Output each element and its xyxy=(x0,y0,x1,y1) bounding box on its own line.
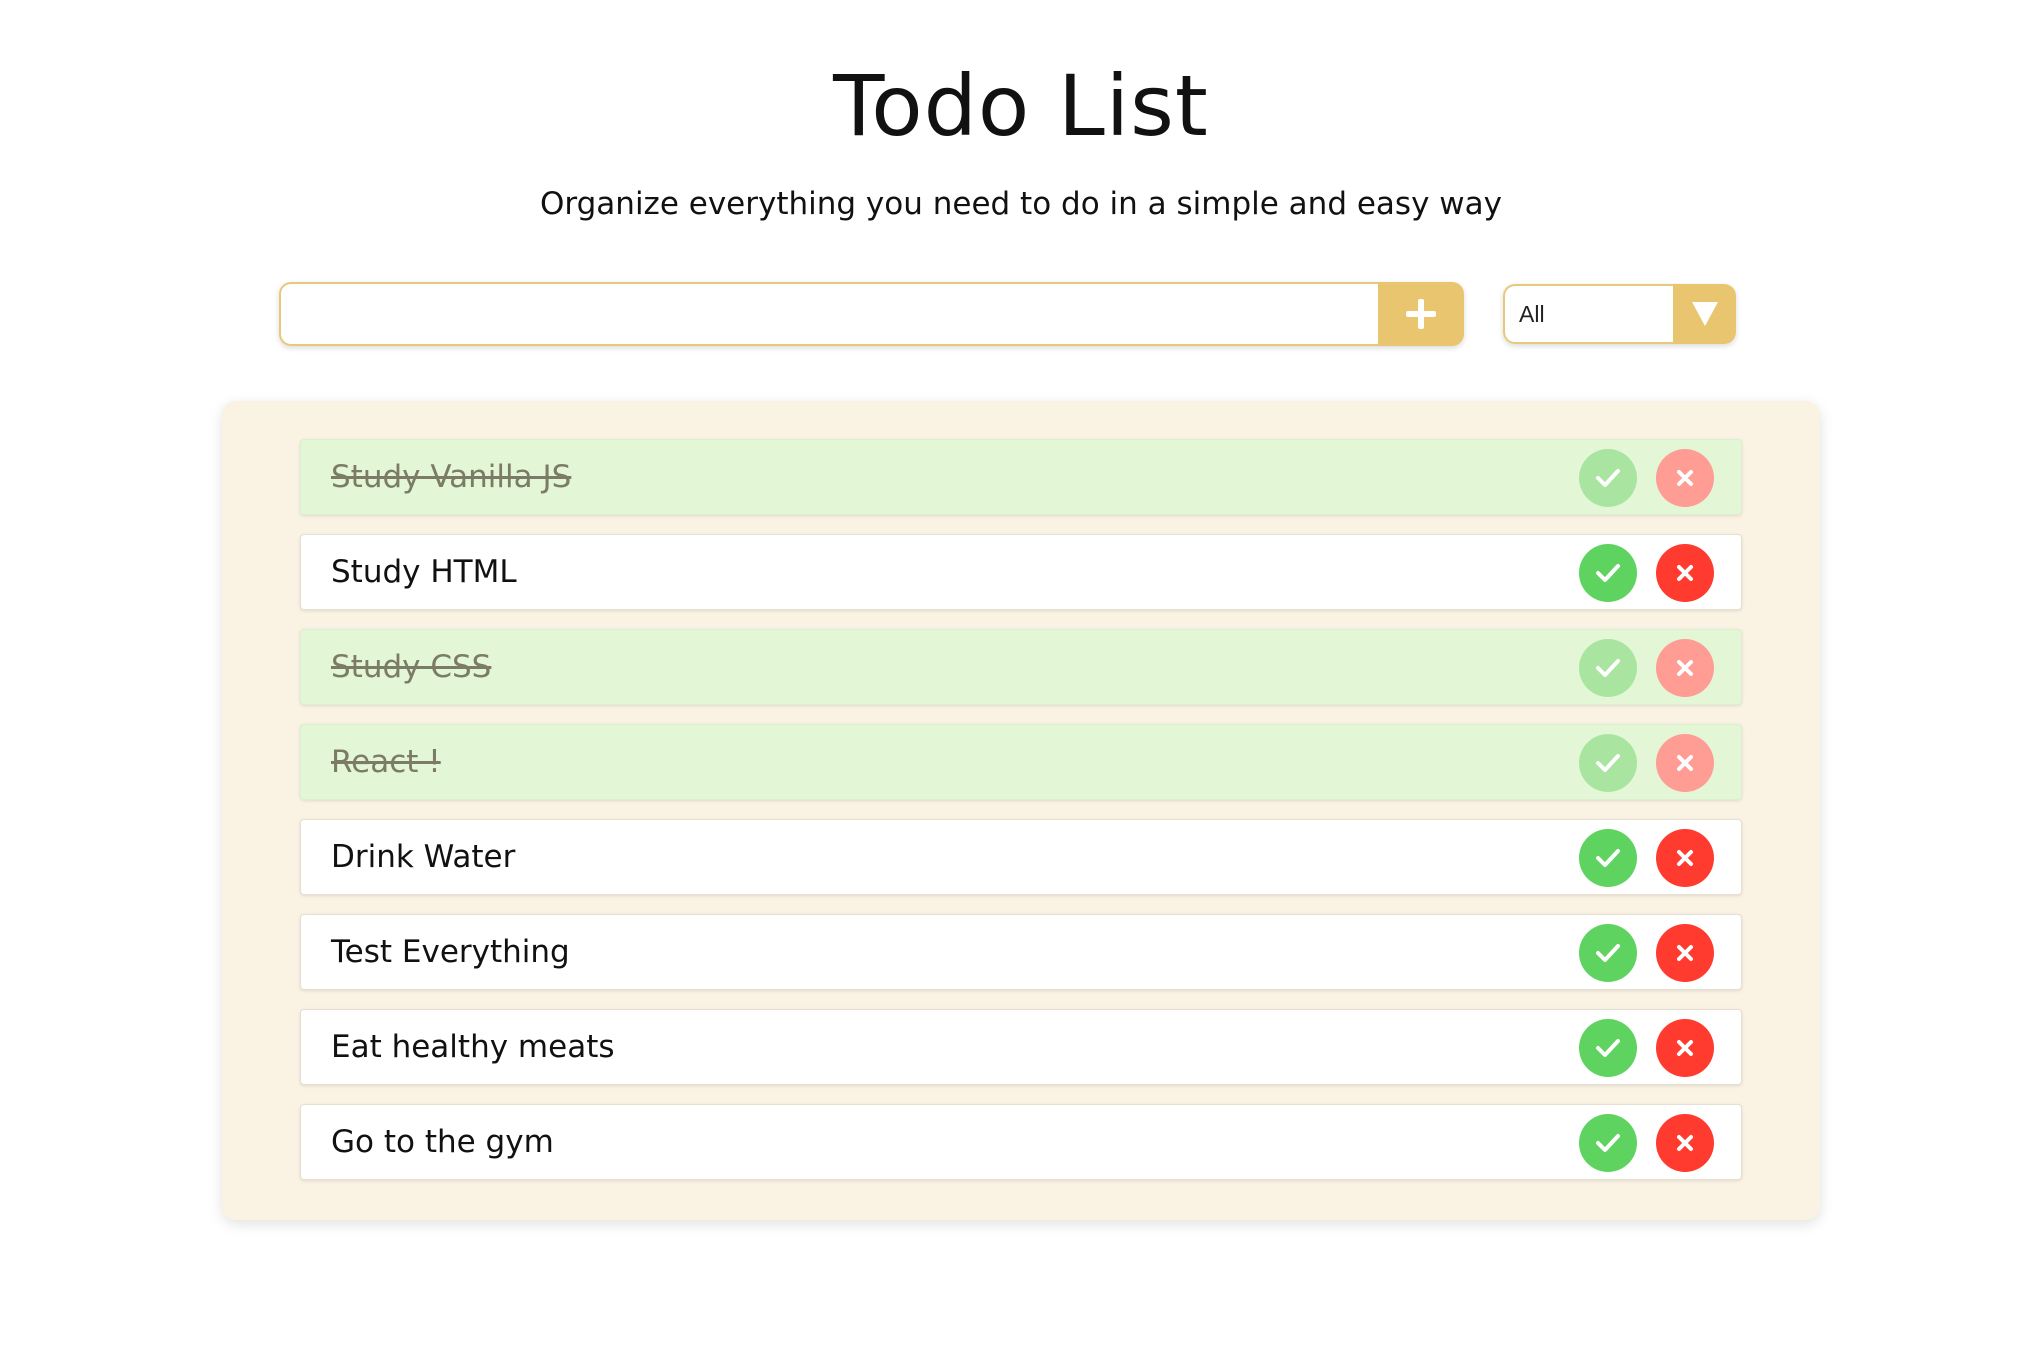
delete-button[interactable] xyxy=(1656,449,1714,507)
close-icon xyxy=(1677,850,1693,866)
todo-item: Go to the gym xyxy=(300,1104,1742,1180)
todo-item-text: Study CSS xyxy=(331,649,492,685)
complete-button[interactable] xyxy=(1579,1019,1637,1077)
todo-item-text: Eat healthy meats xyxy=(331,1029,615,1065)
complete-button[interactable] xyxy=(1579,734,1637,792)
check-icon xyxy=(1596,469,1620,487)
add-todo-button[interactable] xyxy=(1378,282,1464,346)
complete-button[interactable] xyxy=(1579,544,1637,602)
todo-input[interactable] xyxy=(279,282,1378,346)
todo-item-text: React ! xyxy=(331,744,441,780)
delete-button[interactable] xyxy=(1656,639,1714,697)
todo-list: Study Vanilla JS Study HTML Study CSS Re… xyxy=(300,439,1742,1199)
delete-button[interactable] xyxy=(1656,734,1714,792)
close-icon xyxy=(1677,660,1693,676)
todo-item: Test Everything xyxy=(300,914,1742,990)
filter-select[interactable]: All xyxy=(1503,284,1736,344)
complete-button[interactable] xyxy=(1579,449,1637,507)
todo-item: Study CSS xyxy=(300,629,1742,705)
check-icon xyxy=(1596,1039,1620,1057)
filter-selected-value: All xyxy=(1503,284,1673,344)
complete-button[interactable] xyxy=(1579,639,1637,697)
delete-button[interactable] xyxy=(1656,924,1714,982)
delete-button[interactable] xyxy=(1656,544,1714,602)
complete-button[interactable] xyxy=(1579,1114,1637,1172)
todo-container: Study Vanilla JS Study HTML Study CSS Re… xyxy=(222,401,1820,1220)
delete-button[interactable] xyxy=(1656,829,1714,887)
todo-item-text: Study HTML xyxy=(331,554,517,590)
todo-item: Study Vanilla JS xyxy=(300,439,1742,515)
todo-item-text: Go to the gym xyxy=(331,1124,554,1160)
delete-button[interactable] xyxy=(1656,1019,1714,1077)
todo-item-text: Test Everything xyxy=(331,934,570,970)
plus-icon xyxy=(1406,299,1436,329)
page-subtitle: Organize everything you need to do in a … xyxy=(540,186,1502,222)
chevron-down-icon xyxy=(1691,302,1718,326)
todo-item-text: Drink Water xyxy=(331,839,516,875)
todo-item: Drink Water xyxy=(300,819,1742,895)
close-icon xyxy=(1677,565,1693,581)
todo-item: Study HTML xyxy=(300,534,1742,610)
page-title: Todo List xyxy=(833,57,1209,155)
todo-item: Eat healthy meats xyxy=(300,1009,1742,1085)
close-icon xyxy=(1677,1040,1693,1056)
check-icon xyxy=(1596,849,1620,867)
add-todo-form xyxy=(279,282,1464,346)
close-icon xyxy=(1677,945,1693,961)
complete-button[interactable] xyxy=(1579,924,1637,982)
check-icon xyxy=(1596,564,1620,582)
check-icon xyxy=(1596,754,1620,772)
check-icon xyxy=(1596,1134,1620,1152)
check-icon xyxy=(1596,659,1620,677)
close-icon xyxy=(1677,755,1693,771)
close-icon xyxy=(1677,1135,1693,1151)
filter-dropdown-toggle[interactable] xyxy=(1673,284,1736,344)
complete-button[interactable] xyxy=(1579,829,1637,887)
todo-item-text: Study Vanilla JS xyxy=(331,459,572,495)
check-icon xyxy=(1596,944,1620,962)
delete-button[interactable] xyxy=(1656,1114,1714,1172)
close-icon xyxy=(1677,470,1693,486)
todo-item: React ! xyxy=(300,724,1742,800)
